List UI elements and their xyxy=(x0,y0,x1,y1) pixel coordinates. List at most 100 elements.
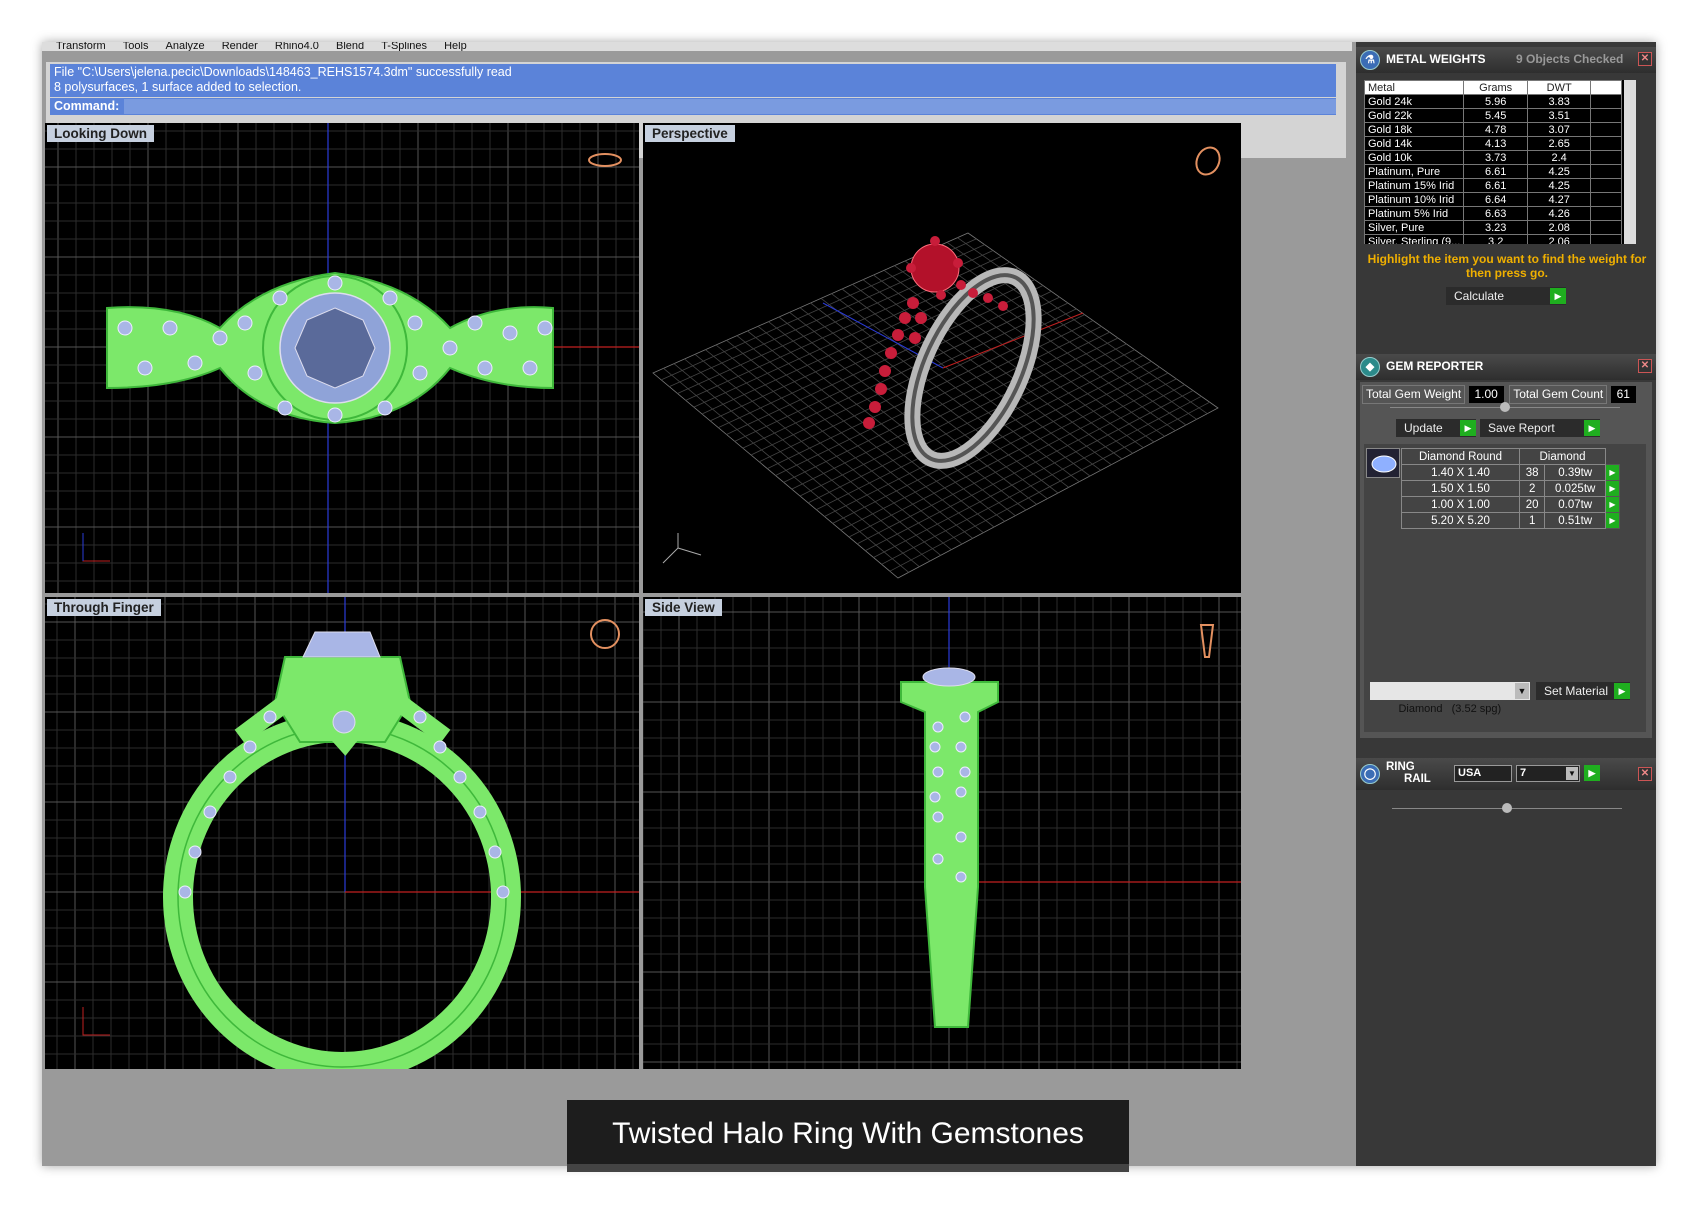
command-history: File "C:\Users\jelena.pecic\Downloads\14… xyxy=(50,64,1336,97)
close-icon[interactable]: ✕ xyxy=(1638,52,1652,66)
ring-rail-title-line1: RING xyxy=(1386,761,1415,773)
empty-cell xyxy=(1590,150,1622,165)
gem-row[interactable]: 1.50 X 1.50 2 0.025tw ▶ xyxy=(1401,480,1620,497)
gem-row[interactable]: 1.40 X 1.40 38 0.39tw ▶ xyxy=(1401,464,1620,481)
metal-row[interactable]: Gold 22k 5.45 3.51 xyxy=(1364,108,1622,123)
empty-cell xyxy=(1590,206,1622,221)
metal-row[interactable]: Platinum 5% Irid 6.63 4.26 xyxy=(1364,206,1622,221)
gem-slider-thumb[interactable] xyxy=(1500,402,1510,412)
metal-weights-header: ⚗ METAL WEIGHTS 9 Objects Checked ✕ xyxy=(1356,47,1656,73)
diamond-icon xyxy=(1366,448,1400,478)
gem-reporter-title: GEM REPORTER xyxy=(1386,359,1484,373)
menu-render[interactable]: Render xyxy=(222,42,258,51)
viewport-looking-down[interactable]: Looking Down xyxy=(45,123,639,593)
metal-name-cell: Gold 10k xyxy=(1364,150,1465,165)
play-icon[interactable]: ▶ xyxy=(1605,480,1620,497)
calculate-button[interactable]: Calculate ▶ xyxy=(1446,287,1566,305)
metal-name-cell: Platinum, Pure xyxy=(1364,164,1465,179)
metal-row[interactable]: Platinum 15% Irid 6.61 4.25 xyxy=(1364,178,1622,193)
total-count-value[interactable]: 61 xyxy=(1610,386,1636,403)
viewport-label[interactable]: Through Finger xyxy=(47,599,161,616)
play-icon[interactable]: ▶ xyxy=(1584,765,1600,781)
gem-row[interactable]: 5.20 X 5.20 1 0.51tw ▶ xyxy=(1401,512,1620,529)
front-view-canvas xyxy=(45,597,639,1069)
history-line: File "C:\Users\jelena.pecic\Downloads\14… xyxy=(54,65,512,79)
ring-size-select[interactable]: 7 ▼ xyxy=(1516,765,1580,782)
grams-cell: 4.78 xyxy=(1463,122,1529,137)
empty-cell xyxy=(1590,220,1622,235)
dwt-cell: 2.08 xyxy=(1527,220,1592,235)
empty-cell xyxy=(1590,136,1622,151)
viewport-perspective[interactable]: Perspective xyxy=(643,123,1241,593)
empty-cell xyxy=(1590,122,1622,137)
menu-analyze[interactable]: Analyze xyxy=(166,42,205,51)
empty-cell xyxy=(1590,94,1622,109)
gem-shape-header: Diamond Round xyxy=(1401,448,1520,465)
menu-tools[interactable]: Tools xyxy=(123,42,149,51)
set-material-button[interactable]: Set Material ▶ xyxy=(1536,682,1630,700)
metal-row[interactable]: Gold 10k 3.73 2.4 xyxy=(1364,150,1622,165)
save-report-label: Save Report xyxy=(1488,421,1555,435)
play-icon[interactable]: ▶ xyxy=(1605,464,1620,481)
metal-row[interactable]: Gold 14k 4.13 2.65 xyxy=(1364,136,1622,151)
play-icon[interactable]: ▶ xyxy=(1605,496,1620,513)
gem-weight-cell: 0.39tw xyxy=(1544,464,1606,481)
metal-row[interactable]: Platinum 10% Irid 6.64 4.27 xyxy=(1364,192,1622,207)
chevron-down-icon[interactable]: ▼ xyxy=(1515,683,1529,699)
metal-row[interactable]: Gold 24k 5.96 3.83 xyxy=(1364,94,1622,109)
objects-checked-status: 9 Objects Checked xyxy=(1516,52,1624,66)
menu-rhino[interactable]: Rhino4.0 xyxy=(275,42,319,51)
total-count-label: Total Gem Count xyxy=(1509,385,1608,404)
metal-row[interactable]: Silver, Sterling (9... 3.2 2.06 xyxy=(1364,234,1622,244)
dwt-cell: 3.07 xyxy=(1527,122,1592,137)
menu-tsplines[interactable]: T-Splines xyxy=(381,42,427,51)
dwt-cell: 3.83 xyxy=(1527,94,1592,109)
play-icon[interactable]: ▶ xyxy=(1605,512,1620,529)
menu-transform[interactable]: Transform xyxy=(56,42,106,51)
dwt-cell: 4.26 xyxy=(1527,206,1592,221)
close-icon[interactable]: ✕ xyxy=(1638,359,1652,373)
metal-name-cell: Platinum 15% Irid xyxy=(1364,178,1465,193)
column-header[interactable]: Metal xyxy=(1364,80,1465,95)
viewport-label[interactable]: Side View xyxy=(645,599,722,616)
metal-name-cell: Platinum 5% Irid xyxy=(1364,206,1465,221)
menu-blend[interactable]: Blend xyxy=(336,42,364,51)
dwt-cell: 4.25 xyxy=(1527,164,1592,179)
dwt-cell: 4.27 xyxy=(1527,192,1592,207)
viewport-label[interactable]: Looking Down xyxy=(47,125,154,142)
save-report-button[interactable]: Save Report ▶ xyxy=(1480,419,1600,437)
column-header[interactable]: DWT xyxy=(1527,80,1592,95)
region-select[interactable]: USA xyxy=(1454,765,1512,782)
metal-row[interactable]: Platinum, Pure 6.61 4.25 xyxy=(1364,164,1622,179)
column-header[interactable]: Grams xyxy=(1463,80,1529,95)
play-icon: ▶ xyxy=(1460,420,1476,436)
total-weight-label: Total Gem Weight xyxy=(1362,385,1466,404)
material-select[interactable]: Diamond (3.52 spg) ▼ xyxy=(1370,682,1530,715)
metal-row[interactable]: Gold 18k 4.78 3.07 xyxy=(1364,122,1622,137)
menu-bar: Transform Tools Analyze Render Rhino4.0 … xyxy=(42,42,1352,51)
metal-table-scrollbar[interactable] xyxy=(1624,80,1636,244)
dwt-cell: 4.25 xyxy=(1527,178,1592,193)
ring-rail-slider-thumb[interactable] xyxy=(1502,803,1512,813)
gem-table: Diamond Round Diamond 1.40 X 1.40 38 0.39t… xyxy=(1401,448,1620,529)
metal-weights-title: METAL WEIGHTS xyxy=(1386,52,1486,66)
grams-cell: 6.61 xyxy=(1463,164,1529,179)
viewport-label[interactable]: Perspective xyxy=(645,125,735,142)
grams-cell: 3.73 xyxy=(1463,150,1529,165)
command-input[interactable] xyxy=(124,99,1336,114)
metal-row[interactable]: Silver, Pure 3.23 2.08 xyxy=(1364,220,1622,235)
viewport-through-finger[interactable]: Through Finger xyxy=(45,597,639,1069)
metal-table: Metal Grams DWT Gold 24k 5.96 3.83 Gold 22k… xyxy=(1364,80,1622,244)
set-material-label: Set Material xyxy=(1544,684,1609,698)
gem-row[interactable]: 1.00 X 1.00 20 0.07tw ▶ xyxy=(1401,496,1620,513)
empty-cell xyxy=(1590,178,1622,193)
total-weight-value[interactable]: 1.00 xyxy=(1468,386,1504,403)
gem-size-cell: 1.50 X 1.50 xyxy=(1401,480,1520,497)
close-icon[interactable]: ✕ xyxy=(1638,767,1652,781)
chevron-down-icon[interactable]: ▼ xyxy=(1566,767,1578,780)
menu-help[interactable]: Help xyxy=(444,42,467,51)
viewport-side-view[interactable]: Side View xyxy=(643,597,1241,1069)
update-button[interactable]: Update ▶ xyxy=(1396,419,1476,437)
command-line: Command: xyxy=(50,98,1336,115)
view-cube-icon xyxy=(1195,146,1221,176)
